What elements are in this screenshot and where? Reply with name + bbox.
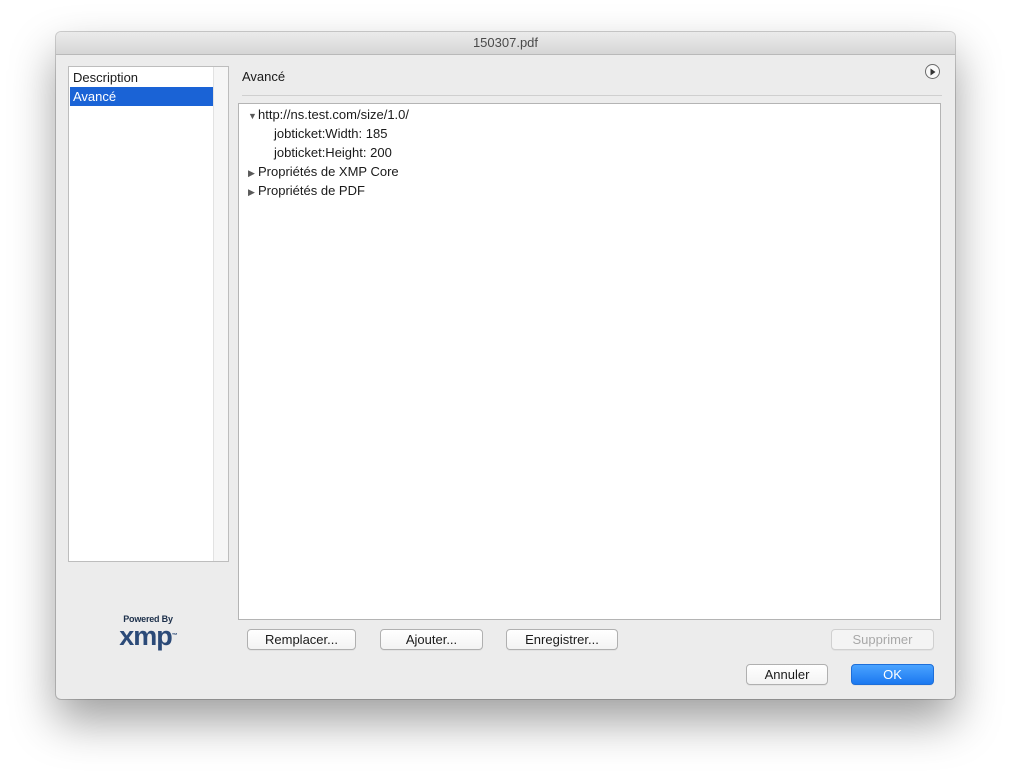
delete-button[interactable]: Supprimer (831, 629, 934, 650)
tree-row[interactable]: ▼http://ns.test.com/size/1.0/ (248, 105, 409, 124)
tree-row-label: http://ns.test.com/size/1.0/ (258, 107, 410, 122)
trademark-mark: ™ (171, 633, 178, 639)
xmp-dialog-window: 150307.pdf Description Avancé Powered By… (56, 32, 955, 699)
sidebar-item-description[interactable]: Description (70, 68, 213, 87)
panel-divider (242, 95, 942, 96)
cancel-button[interactable]: Annuler (746, 664, 828, 685)
category-sidebar: Description Avancé (68, 66, 229, 562)
panel-menu-button[interactable] (925, 64, 940, 79)
save-button[interactable]: Enregistrer... (506, 629, 618, 650)
panel-title: Avancé (242, 69, 286, 84)
xmp-brand-text: xmp (119, 621, 173, 651)
add-button[interactable]: Ajouter... (380, 629, 483, 650)
tree-row-label: Propriétés de PDF (258, 183, 365, 198)
xmp-logo: Powered By xmp™ (108, 614, 188, 654)
property-tree[interactable]: ▼http://ns.test.com/size/1.0/ jobticket:… (238, 103, 941, 620)
tree-row[interactable]: jobticket:Height: 200 (274, 143, 392, 162)
tree-row[interactable]: jobticket:Width: 185 (274, 124, 387, 143)
ok-button[interactable]: OK (851, 664, 934, 685)
tree-row[interactable]: ▶ Propriétés de PDF (248, 181, 365, 200)
disclosure-expanded-icon[interactable]: ▼ (248, 107, 258, 126)
replace-button[interactable]: Remplacer... (247, 629, 356, 650)
window-title: 150307.pdf (56, 32, 955, 55)
sidebar-item-avance[interactable]: Avancé (70, 87, 213, 106)
tree-row[interactable]: ▶ Propriétés de XMP Core (248, 162, 399, 181)
tree-row-label: jobticket:Height: 200 (274, 145, 392, 160)
disclosure-collapsed-icon[interactable]: ▶ (248, 183, 258, 202)
tree-row-label: jobticket:Width: 185 (274, 126, 388, 141)
circle-play-icon (930, 68, 936, 75)
sidebar-scrollbar[interactable] (213, 67, 228, 561)
tree-row-label: Propriétés de XMP Core (258, 164, 399, 179)
